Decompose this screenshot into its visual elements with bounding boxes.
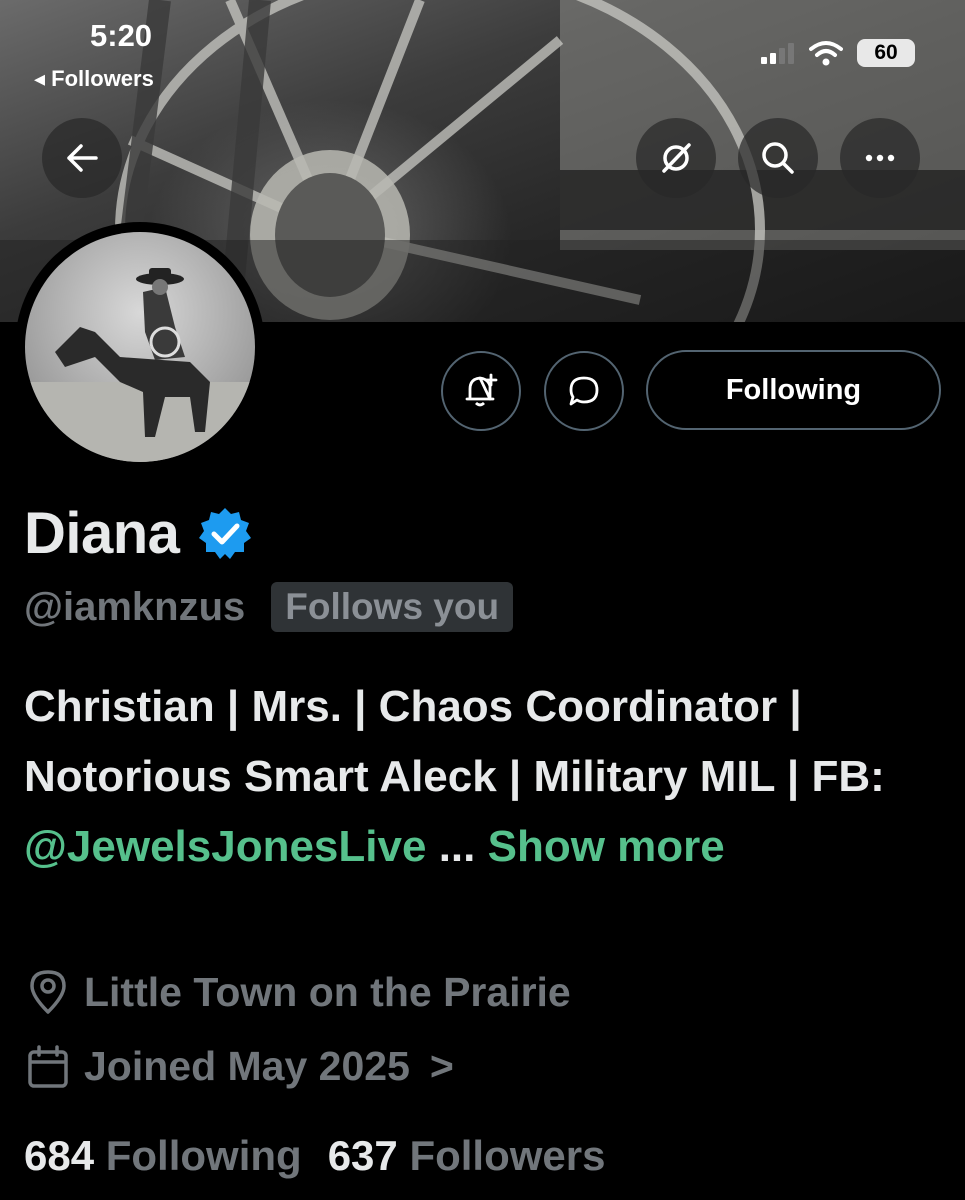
profile-handle: @iamknzus bbox=[24, 584, 246, 629]
horse-rider-picture bbox=[25, 268, 255, 462]
message-bubble-icon bbox=[569, 376, 599, 406]
bell-plus-icon bbox=[465, 373, 498, 407]
joined-text: Joined May 2025 bbox=[84, 1043, 410, 1089]
more-icon bbox=[865, 154, 895, 162]
cellular-signal-icon bbox=[761, 43, 794, 64]
profile-name-row: Diana bbox=[24, 500, 253, 567]
search-icon bbox=[762, 142, 794, 174]
message-button[interactable] bbox=[544, 351, 624, 431]
chevron-right-icon: > bbox=[429, 1043, 454, 1089]
follows-you-badge: Follows you bbox=[271, 582, 514, 632]
location-pin-icon bbox=[30, 970, 66, 1014]
bio-text: Christian | Mrs. | Chaos Coordinator | N… bbox=[24, 682, 885, 801]
search-button[interactable] bbox=[738, 118, 818, 198]
following-count: 684 bbox=[24, 1132, 95, 1179]
location-row: Little Town on the Prairie bbox=[26, 968, 571, 1016]
follow-stats: 684 Following 637 Followers bbox=[24, 1132, 606, 1180]
followers-stat[interactable]: 637 Followers bbox=[328, 1132, 606, 1180]
back-arrow-icon bbox=[67, 144, 98, 172]
calendar-icon bbox=[28, 1044, 68, 1088]
following-stat[interactable]: 684 Following bbox=[24, 1132, 302, 1180]
back-button[interactable] bbox=[42, 118, 122, 198]
wifi-icon bbox=[809, 41, 843, 66]
grok-button[interactable] bbox=[636, 118, 716, 198]
verified-badge-icon[interactable] bbox=[197, 506, 253, 562]
status-bar: 5:20 ◂ Followers 60 bbox=[0, 0, 965, 100]
back-to-app-link[interactable]: ◂ Followers bbox=[34, 66, 154, 92]
notifications-button[interactable] bbox=[441, 351, 521, 431]
grok-icon bbox=[662, 143, 691, 173]
handle-row: @iamknzus Follows you bbox=[24, 582, 514, 632]
following-button[interactable]: Following bbox=[646, 350, 941, 430]
status-time: 5:20 bbox=[90, 18, 153, 53]
bio-ellipsis: ... bbox=[438, 822, 476, 871]
show-more-link[interactable]: Show more bbox=[488, 822, 725, 871]
following-label: Following bbox=[105, 1132, 302, 1179]
status-icons: 60 bbox=[761, 36, 915, 70]
avatar[interactable] bbox=[15, 222, 265, 472]
profile-bio: Christian | Mrs. | Chaos Coordinator | N… bbox=[24, 672, 944, 882]
followers-count: 637 bbox=[327, 1132, 398, 1179]
battery-icon: 60 bbox=[857, 39, 915, 67]
profile-name: Diana bbox=[24, 501, 180, 566]
followers-label: Followers bbox=[409, 1132, 606, 1179]
joined-row[interactable]: Joined May 2025 > bbox=[26, 1043, 454, 1090]
avatar-photo bbox=[25, 232, 255, 462]
location-text: Little Town on the Prairie bbox=[84, 968, 571, 1015]
bio-mention-link[interactable]: @JewelsJonesLive bbox=[24, 822, 426, 871]
more-button[interactable] bbox=[840, 118, 920, 198]
